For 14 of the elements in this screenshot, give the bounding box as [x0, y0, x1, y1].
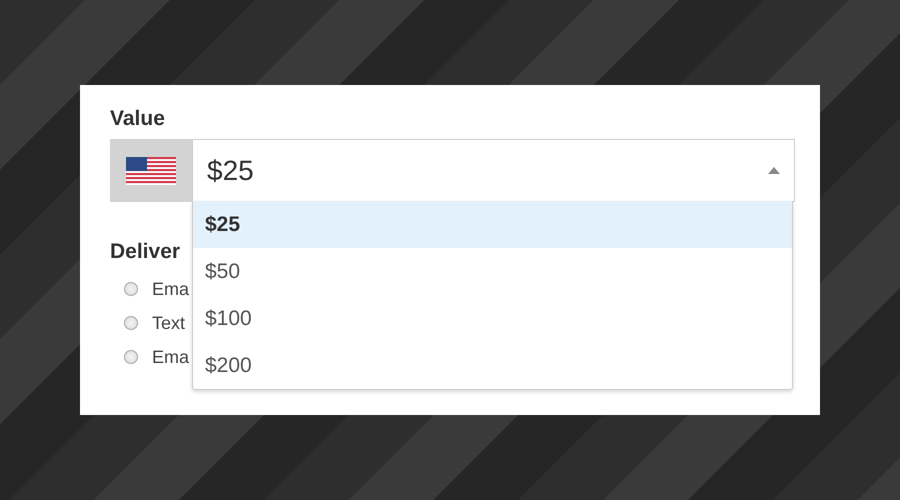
dropdown-option[interactable]: $200: [193, 342, 792, 389]
radio-button[interactable]: [124, 282, 138, 296]
dropdown-option[interactable]: $25: [193, 201, 792, 248]
radio-label: Ema: [152, 346, 190, 368]
section-heading: Deliver: [110, 240, 182, 264]
radio-button[interactable]: [124, 316, 138, 330]
dropdown-option[interactable]: $100: [193, 295, 792, 342]
field-label: Value: [110, 107, 166, 131]
caret-icon: [768, 167, 780, 174]
radio-label: Text: [152, 312, 186, 334]
dropdown-option[interactable]: $50: [193, 248, 792, 295]
us-flag-icon: [126, 156, 176, 184]
radio-label: Ema: [152, 278, 190, 300]
radio-button[interactable]: [124, 350, 138, 364]
